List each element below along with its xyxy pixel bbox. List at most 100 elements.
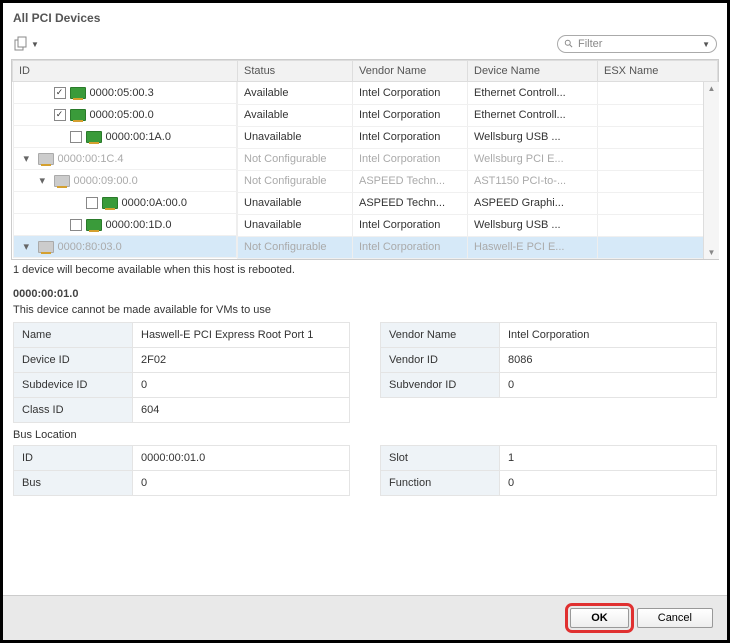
row-id: 0000:80:03.0 [58, 241, 122, 253]
property-key: Vendor ID [380, 348, 500, 372]
row-device: Wellsburg USB ... [468, 126, 598, 148]
row-checkbox[interactable] [70, 219, 82, 231]
expand-arrow-icon[interactable]: ▾ [24, 152, 34, 165]
scroll-up-icon[interactable]: ▲ [708, 84, 716, 93]
row-device: ASPEED Graphi... [468, 192, 598, 214]
filter-placeholder: Filter [578, 38, 602, 50]
table-row[interactable]: ▾ 0000:00:1C.4 Not ConfigurableIntel Corpo… [13, 148, 718, 170]
pci-card-icon [54, 175, 70, 187]
property-row: Slot1 [380, 445, 717, 470]
table-row[interactable]: ✓ 0000:05:00.0 AvailableIntel CorporationE… [13, 104, 718, 126]
row-device: Haswell-E PCI E... [468, 236, 598, 258]
dialog-footer: OK Cancel [3, 595, 727, 640]
table-row[interactable]: ▾0000:09:00.0Not ConfigurableASPEED Tech… [13, 170, 718, 192]
row-id: 0000:00:1C.4 [58, 153, 124, 165]
device-details: NameHaswell-E PCI Express Root Port 1Dev… [3, 322, 727, 423]
property-value: 1 [500, 446, 717, 470]
row-esx [598, 170, 718, 192]
table-row[interactable]: 0000:00:1D.0UnavailableIntel Corporation… [13, 214, 718, 236]
row-esx [598, 126, 718, 148]
col-header-device[interactable]: Device Name [468, 61, 598, 82]
property-row: NameHaswell-E PCI Express Root Port 1 [13, 322, 350, 347]
detail-device-id: 0000:00:01.0 [3, 280, 727, 304]
row-status: Unavailable [238, 126, 353, 148]
row-id: 0000:09:00.0 [74, 175, 138, 187]
row-status: Available [238, 104, 353, 126]
table-row[interactable]: 0000:00:1A.0 UnavailableIntel Corporation… [13, 126, 718, 148]
property-key: Subvendor ID [380, 373, 500, 397]
property-value: Haswell-E PCI Express Root Port 1 [133, 323, 350, 347]
row-vendor: Intel Corporation [353, 104, 468, 126]
property-key: Device ID [13, 348, 133, 372]
col-header-vendor[interactable]: Vendor Name [353, 61, 468, 82]
row-vendor: Intel Corporation [353, 126, 468, 148]
row-esx [598, 148, 718, 170]
row-id: 0000:00:1A.0 [106, 131, 171, 143]
search-icon [564, 39, 574, 49]
pci-card-icon [102, 197, 118, 209]
bus-details: ID0000:00:01.0Bus0 Slot1Function0 [3, 445, 727, 496]
row-vendor: ASPEED Techn... [353, 170, 468, 192]
row-device: Wellsburg USB ... [468, 214, 598, 236]
row-vendor: Intel Corporation [353, 148, 468, 170]
pci-card-icon [86, 219, 102, 231]
expand-arrow-icon[interactable]: ▾ [40, 174, 50, 187]
row-checkbox[interactable]: ✓ [54, 87, 66, 99]
table-row[interactable]: ▾0000:80:03.0Not ConfigurableIntel Corpo… [13, 236, 718, 258]
property-value: 0 [133, 373, 350, 397]
table-row[interactable]: ✓0000:05:00.3AvailableIntel CorporationE… [13, 82, 718, 105]
row-status: Not Configurable [238, 236, 353, 258]
expand-arrow-icon[interactable]: ▾ [24, 240, 34, 253]
row-device: Ethernet Controll... [468, 104, 598, 126]
pci-card-icon [38, 153, 54, 165]
property-value: 0000:00:01.0 [133, 446, 350, 470]
row-esx [598, 192, 718, 214]
pci-devices-dialog: All PCI Devices ▼ Filter ▼ ID Status Ven… [0, 0, 730, 643]
property-key: Function [380, 471, 500, 495]
pci-table: ID Status Vendor Name Device Name ESX Na… [11, 59, 719, 260]
property-value: 0 [500, 373, 717, 397]
row-id: 0000:0A:00.0 [122, 197, 187, 209]
copy-menu-button[interactable]: ▼ [13, 36, 39, 52]
row-esx [598, 82, 718, 105]
property-row: Subvendor ID0 [380, 372, 717, 398]
filter-input[interactable]: Filter ▼ [557, 35, 717, 53]
row-id: 0000:05:00.3 [90, 87, 154, 99]
col-header-esx[interactable]: ESX Name [598, 61, 718, 82]
property-value: 8086 [500, 348, 717, 372]
property-key: Subdevice ID [13, 373, 133, 397]
row-vendor: Intel Corporation [353, 214, 468, 236]
cancel-button[interactable]: Cancel [637, 608, 713, 628]
property-row: Class ID604 [13, 397, 350, 423]
property-value: 2F02 [133, 348, 350, 372]
row-status: Not Configurable [238, 148, 353, 170]
detail-subtitle: This device cannot be made available for… [3, 304, 727, 322]
row-checkbox[interactable] [70, 131, 82, 143]
row-esx [598, 236, 718, 258]
bus-location-label: Bus Location [3, 423, 727, 445]
property-value: 0 [500, 471, 717, 495]
row-esx [598, 104, 718, 126]
chevron-down-icon: ▼ [31, 40, 39, 49]
ok-button[interactable]: OK [570, 608, 629, 628]
pci-card-icon [70, 87, 86, 99]
col-header-status[interactable]: Status [238, 61, 353, 82]
row-status: Unavailable [238, 214, 353, 236]
row-id: 0000:05:00.0 [90, 109, 154, 121]
col-header-id[interactable]: ID [13, 61, 238, 82]
row-checkbox[interactable]: ✓ [54, 109, 66, 121]
table-row[interactable]: 0000:0A:00.0UnavailableASPEED Techn...AS… [13, 192, 718, 214]
property-row: Function0 [380, 470, 717, 496]
row-device: Wellsburg PCI E... [468, 148, 598, 170]
vertical-scrollbar[interactable]: ▲ ▼ [703, 82, 719, 259]
row-vendor: Intel Corporation [353, 82, 468, 105]
property-value: 604 [133, 398, 350, 422]
row-device: AST1150 PCI-to-... [468, 170, 598, 192]
property-key: Name [13, 323, 133, 347]
row-esx [598, 214, 718, 236]
chevron-down-icon[interactable]: ▼ [702, 40, 710, 49]
scroll-down-icon[interactable]: ▼ [708, 248, 716, 257]
row-checkbox[interactable] [86, 197, 98, 209]
property-key: Slot [380, 446, 500, 470]
row-device: Ethernet Controll... [468, 82, 598, 105]
